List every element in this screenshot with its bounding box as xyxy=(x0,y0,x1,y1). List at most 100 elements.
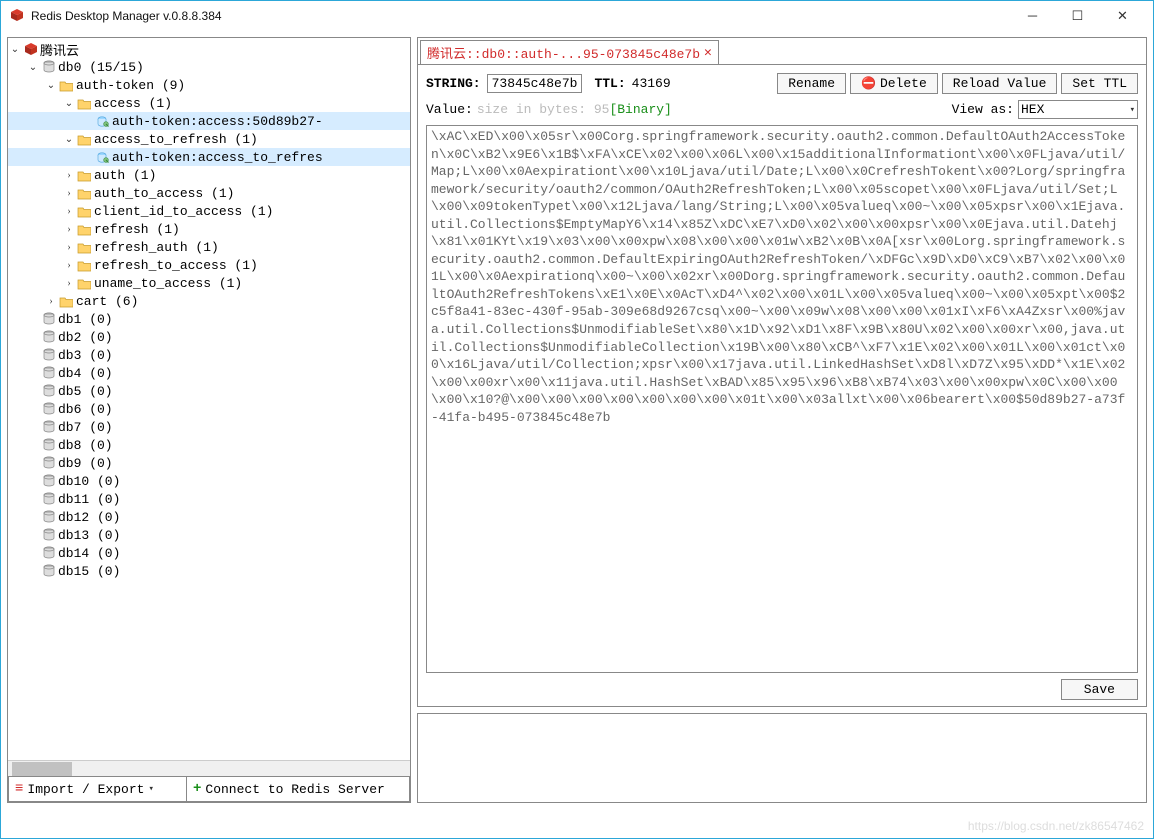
tree-label: db0 (15/15) xyxy=(58,60,144,75)
tree-db15[interactable]: ·db15 (0) xyxy=(8,562,410,580)
tree-db3[interactable]: ·db3 (0) xyxy=(8,346,410,364)
chevron-right-icon[interactable]: › xyxy=(62,206,76,217)
key-name-input[interactable]: 73845c48e7b xyxy=(487,74,583,93)
tree-folder-auth-to-access[interactable]: › auth_to_access (1) xyxy=(8,184,410,202)
blank: · xyxy=(26,422,40,433)
tree-label: auth_to_access (1) xyxy=(94,186,234,201)
tree-label: db15 (0) xyxy=(58,564,120,579)
tree-label: auth-token:access_to_refres xyxy=(112,150,323,165)
db-icon xyxy=(40,438,56,452)
tree-db11[interactable]: ·db11 (0) xyxy=(8,490,410,508)
chevron-right-icon[interactable]: › xyxy=(62,260,76,271)
horizontal-scrollbar[interactable] xyxy=(8,760,410,776)
blank: · xyxy=(26,404,40,415)
blank: · xyxy=(26,530,40,541)
chevron-right-icon[interactable]: › xyxy=(62,242,76,253)
db-icon xyxy=(40,456,56,470)
folder-icon xyxy=(76,258,92,272)
blank: · xyxy=(26,368,40,379)
tree-db6[interactable]: · db6 (0) xyxy=(8,400,410,418)
chevron-down-icon[interactable]: ⌄ xyxy=(44,80,58,91)
tree-folder-refresh[interactable]: › refresh (1) xyxy=(8,220,410,238)
tree-label: db9 (0) xyxy=(58,456,113,471)
save-button[interactable]: Save xyxy=(1061,679,1138,700)
blank: · xyxy=(26,548,40,559)
chevron-down-icon[interactable]: ⌄ xyxy=(26,62,40,73)
tree-folder-client-id-to-access[interactable]: ›client_id_to_access (1) xyxy=(8,202,410,220)
folder-icon xyxy=(76,222,92,236)
tab-key[interactable]: 腾讯云::db0::auth-...95-073845c48e7b ✕ xyxy=(420,40,719,65)
maximize-button[interactable]: ☐ xyxy=(1055,1,1100,31)
close-button[interactable]: ✕ xyxy=(1100,1,1145,31)
tree-folder-access-to-refresh[interactable]: ⌄access_to_refresh (1) xyxy=(8,130,410,148)
console-panel[interactable] xyxy=(417,713,1147,803)
chevron-right-icon[interactable]: › xyxy=(44,296,58,307)
minimize-button[interactable]: ─ xyxy=(1010,1,1055,31)
app-icon xyxy=(9,8,25,24)
watermark: https://blog.csdn.net/zk86547462 xyxy=(968,819,1144,833)
delete-button[interactable]: ⛔ Delete xyxy=(850,73,938,94)
blank: · xyxy=(80,116,94,127)
rename-button[interactable]: Rename xyxy=(777,73,846,94)
tree-db1[interactable]: ·db1 (0) xyxy=(8,310,410,328)
tree-db8[interactable]: ·db8 (0) xyxy=(8,436,410,454)
tree-db14[interactable]: · db14 (0) xyxy=(8,544,410,562)
chevron-right-icon[interactable]: › xyxy=(62,278,76,289)
tree-label: access (1) xyxy=(94,96,172,111)
tree-key-access-to-refresh[interactable]: ·auth-token:access_to_refres xyxy=(8,148,410,166)
tree-folder-access[interactable]: ⌄ access (1) xyxy=(8,94,410,112)
folder-icon xyxy=(76,186,92,200)
tab-close-icon[interactable]: ✕ xyxy=(704,45,712,60)
value-textarea[interactable]: \xAC\xED\x00\x05sr\x00Corg.springframewo… xyxy=(426,125,1138,673)
folder-icon xyxy=(58,78,74,92)
tree-label: auth-token (9) xyxy=(76,78,185,93)
value-size-hint: size in bytes: 95 xyxy=(477,102,610,117)
tree-db13[interactable]: ·db13 (0) xyxy=(8,526,410,544)
tree-folder-auth[interactable]: ›auth (1) xyxy=(8,166,410,184)
tree-label: refresh (1) xyxy=(94,222,180,237)
folder-icon xyxy=(76,240,92,254)
chevron-down-icon[interactable]: ⌄ xyxy=(62,98,76,109)
chevron-down-icon: ▾ xyxy=(148,784,153,794)
import-export-button[interactable]: ≡ Import / Export ▾ xyxy=(8,776,186,802)
tree-folder-uname-to-access[interactable]: ›uname_to_access (1) xyxy=(8,274,410,292)
tree-db7[interactable]: ·db7 (0) xyxy=(8,418,410,436)
tree-folder-refresh-auth[interactable]: ›refresh_auth (1) xyxy=(8,238,410,256)
tree-db0[interactable]: ⌄ db0 (15/15) xyxy=(8,58,410,76)
connect-label: Connect to Redis Server xyxy=(205,782,384,797)
tree-db2[interactable]: ·db2 (0) xyxy=(8,328,410,346)
chevron-down-icon[interactable]: ⌄ xyxy=(62,134,76,145)
tree-db12[interactable]: ·db12 (0) xyxy=(8,508,410,526)
tree-folder-auth-token[interactable]: ⌄ auth-token (9) xyxy=(8,76,410,94)
tree-label: db1 (0) xyxy=(58,312,113,327)
tree-folder-refresh-to-access[interactable]: ›refresh_to_access (1) xyxy=(8,256,410,274)
db-icon xyxy=(40,510,56,524)
tree-label: db14 (0) xyxy=(58,546,120,561)
tree-connection[interactable]: ⌄ 腾讯云 xyxy=(8,40,410,58)
tree-key-access[interactable]: ·auth-token:access:50d89b27- xyxy=(8,112,410,130)
tree-label: 腾讯云 xyxy=(40,40,79,59)
tree-db10[interactable]: ·db10 (0) xyxy=(8,472,410,490)
tree-db5[interactable]: ·db5 (0) xyxy=(8,382,410,400)
folder-icon xyxy=(58,294,74,308)
connect-button[interactable]: + Connect to Redis Server xyxy=(186,776,410,802)
view-as-label: View as: xyxy=(952,102,1014,117)
tree-label: db11 (0) xyxy=(58,492,120,507)
reload-value-button[interactable]: Reload Value xyxy=(942,73,1058,94)
view-as-select[interactable]: HEX ▾ xyxy=(1018,100,1138,119)
tree-label: db6 (0) xyxy=(58,402,113,417)
chevron-right-icon[interactable]: › xyxy=(62,170,76,181)
db-icon xyxy=(40,60,56,74)
import-export-label: Import / Export xyxy=(27,782,144,797)
connections-tree[interactable]: ⌄腾讯云⌄db0 (15/15)⌄auth-token (9)⌄access (… xyxy=(8,38,410,760)
tree-db9[interactable]: ·db9 (0) xyxy=(8,454,410,472)
delete-icon: ⛔ xyxy=(861,76,876,91)
blank: · xyxy=(26,332,40,343)
chevron-down-icon[interactable]: ⌄ xyxy=(8,44,22,55)
tree-folder-cart[interactable]: ›cart (6) xyxy=(8,292,410,310)
tree-db4[interactable]: ·db4 (0) xyxy=(8,364,410,382)
chevron-right-icon[interactable]: › xyxy=(62,188,76,199)
redis-icon xyxy=(22,42,38,56)
set-ttl-button[interactable]: Set TTL xyxy=(1061,73,1138,94)
chevron-right-icon[interactable]: › xyxy=(62,224,76,235)
